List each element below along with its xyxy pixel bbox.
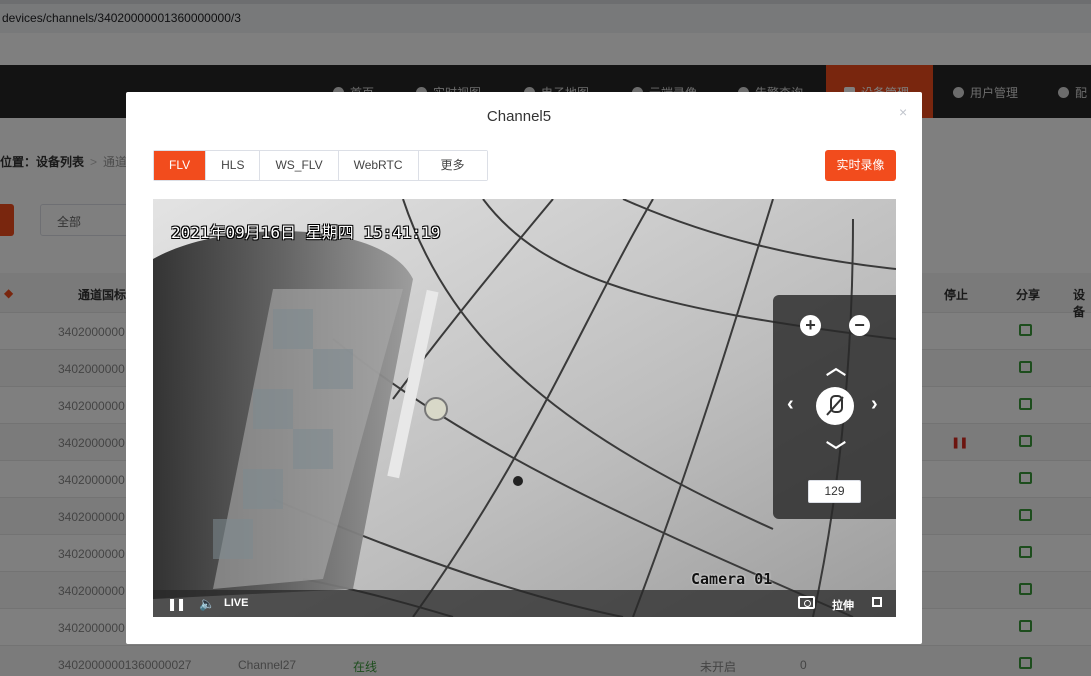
zoom-out-button[interactable]: − xyxy=(849,315,870,336)
stretch-button[interactable]: 拉伸 xyxy=(832,597,854,613)
tab-ws-flv[interactable]: WS_FLV xyxy=(259,151,338,180)
tab-flv[interactable]: FLV xyxy=(154,151,206,180)
channel-player-dialog: Channel5 × FLV HLS WS_FLV WebRTC 更多 实时录像 xyxy=(126,92,922,644)
tab-hls[interactable]: HLS xyxy=(205,151,260,180)
close-icon[interactable]: × xyxy=(899,104,907,120)
zoom-in-button[interactable]: + xyxy=(800,315,821,336)
camera-name-overlay: Camera 01 xyxy=(691,570,773,588)
live-badge: LIVE xyxy=(224,597,249,609)
ptz-right-button[interactable]: › xyxy=(871,393,878,416)
mic-muted-icon[interactable] xyxy=(816,387,854,425)
ptz-up-button[interactable]: ︿ xyxy=(826,351,846,380)
tab-more[interactable]: 更多 xyxy=(417,151,487,180)
ptz-speed-input[interactable]: 129 xyxy=(808,480,861,503)
ptz-left-button[interactable]: ‹ xyxy=(787,393,794,416)
fullscreen-icon[interactable] xyxy=(872,597,882,607)
video-timestamp-overlay: 2021年09月16日 星期四 15:41:19 xyxy=(171,223,441,242)
screenshot-icon[interactable] xyxy=(798,596,815,609)
pause-icon[interactable]: ❚❚ xyxy=(167,597,186,611)
tab-webrtc[interactable]: WebRTC xyxy=(337,151,418,180)
volume-icon[interactable]: 🔈 xyxy=(199,596,215,612)
ptz-control-panel: + − ︿ ‹ › ﹀ 129 xyxy=(773,295,896,519)
stream-tabs: FLV HLS WS_FLV WebRTC 更多 xyxy=(153,150,488,181)
player-control-bar: ❚❚ 🔈 LIVE 拉伸 xyxy=(153,590,896,617)
live-record-button[interactable]: 实时录像 xyxy=(825,150,896,181)
ptz-down-button[interactable]: ﹀ xyxy=(826,435,846,464)
video-player[interactable]: 2021年09月16日 星期四 15:41:19 Camera 01 + − ︿… xyxy=(153,199,896,617)
dialog-title: Channel5 xyxy=(486,108,552,125)
